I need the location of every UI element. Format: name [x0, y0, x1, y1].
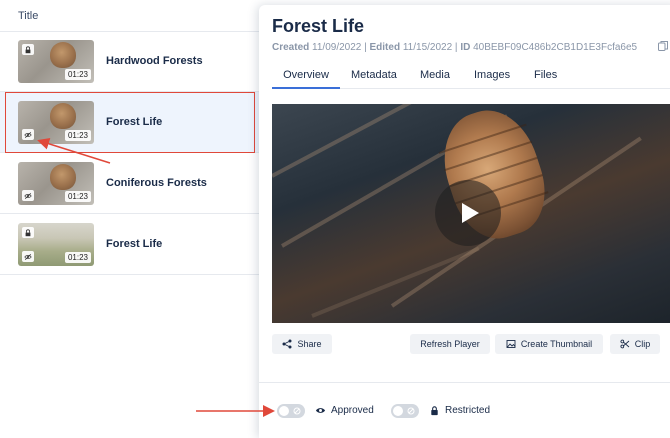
tab-images[interactable]: Images: [474, 69, 510, 89]
approved-label: Approved: [331, 405, 374, 416]
video-thumbnail: 01:23: [18, 101, 94, 144]
restricted-toggle[interactable]: [391, 404, 419, 418]
video-list: Title 01:23 Hardwood Forests 01:23 Fores…: [0, 0, 262, 438]
lock-icon: [431, 406, 438, 416]
video-thumbnail: 01:23: [18, 40, 94, 83]
detail-panel: Forest Life Created 11/09/2022 | Edited …: [259, 5, 670, 438]
tab-media[interactable]: Media: [420, 69, 450, 89]
video-player[interactable]: [272, 104, 670, 323]
scissors-icon: [620, 339, 630, 349]
share-button[interactable]: Share: [272, 334, 332, 354]
id-label: ID: [460, 42, 471, 53]
edited-value: 11/15/2022: [402, 42, 453, 53]
create-thumbnail-button[interactable]: Create Thumbnail: [495, 334, 603, 354]
copy-icon[interactable]: [657, 40, 669, 52]
tab-bar: Overview Metadata Media Images Files: [272, 65, 670, 89]
restricted-label-group: Restricted: [429, 405, 490, 416]
video-thumbnail: 01:23: [18, 162, 94, 205]
list-item[interactable]: 01:23 Hardwood Forests: [0, 31, 262, 92]
share-label: Share: [297, 339, 322, 349]
clip-label: Clip: [634, 339, 651, 349]
duration-label: 01:23: [64, 130, 91, 141]
metadata-line: Created 11/09/2022 | Edited 11/15/2022 |…: [272, 42, 638, 53]
tab-metadata[interactable]: Metadata: [351, 69, 397, 89]
duration-label: 01:23: [64, 69, 91, 80]
play-icon: [462, 203, 479, 223]
list-item-title: Forest Life: [106, 238, 163, 250]
refresh-player-label: Refresh Player: [420, 339, 480, 349]
tab-overview[interactable]: Overview: [272, 69, 340, 89]
created-value: 11/09/2022: [312, 42, 362, 53]
list-header-title[interactable]: Title: [0, 0, 262, 32]
list-item-title: Coniferous Forests: [106, 177, 207, 189]
image-icon: [506, 340, 516, 348]
share-icon: [282, 339, 292, 349]
created-label: Created: [272, 42, 310, 53]
duration-label: 01:23: [64, 191, 91, 202]
edited-label: Edited: [369, 42, 401, 53]
lock-icon: [22, 227, 34, 238]
eye-icon: [315, 408, 326, 413]
play-button[interactable]: [435, 180, 501, 246]
eye-off-icon: [22, 129, 34, 140]
lock-icon: [22, 44, 34, 55]
footer-divider: [259, 382, 670, 383]
refresh-player-button[interactable]: Refresh Player: [410, 334, 490, 354]
page-title: Forest Life: [272, 16, 365, 36]
toggle-off-icon: [407, 407, 415, 415]
approved-toggle[interactable]: [277, 404, 305, 418]
eye-off-icon: [22, 251, 34, 262]
eye-off-icon: [22, 190, 34, 201]
create-thumbnail-label: Create Thumbnail: [520, 339, 593, 349]
duration-label: 01:23: [64, 252, 91, 263]
restricted-label: Restricted: [445, 405, 491, 416]
list-item[interactable]: 01:23 Coniferous Forests: [0, 153, 262, 214]
tab-files[interactable]: Files: [534, 69, 557, 89]
toggle-off-icon: [293, 407, 301, 415]
clip-button[interactable]: Clip: [610, 334, 660, 354]
list-item-title: Forest Life: [106, 116, 163, 128]
video-thumbnail: 01:23: [18, 223, 94, 266]
id-value: 40BEBF09C486b2CB1D1E3Fcfa6e5: [473, 42, 638, 53]
approved-label-group: Approved: [315, 405, 374, 416]
list-item-selected[interactable]: 01:23 Forest Life: [0, 92, 262, 153]
list-item[interactable]: 01:23 Forest Life: [0, 214, 262, 275]
list-item-title: Hardwood Forests: [106, 55, 203, 67]
